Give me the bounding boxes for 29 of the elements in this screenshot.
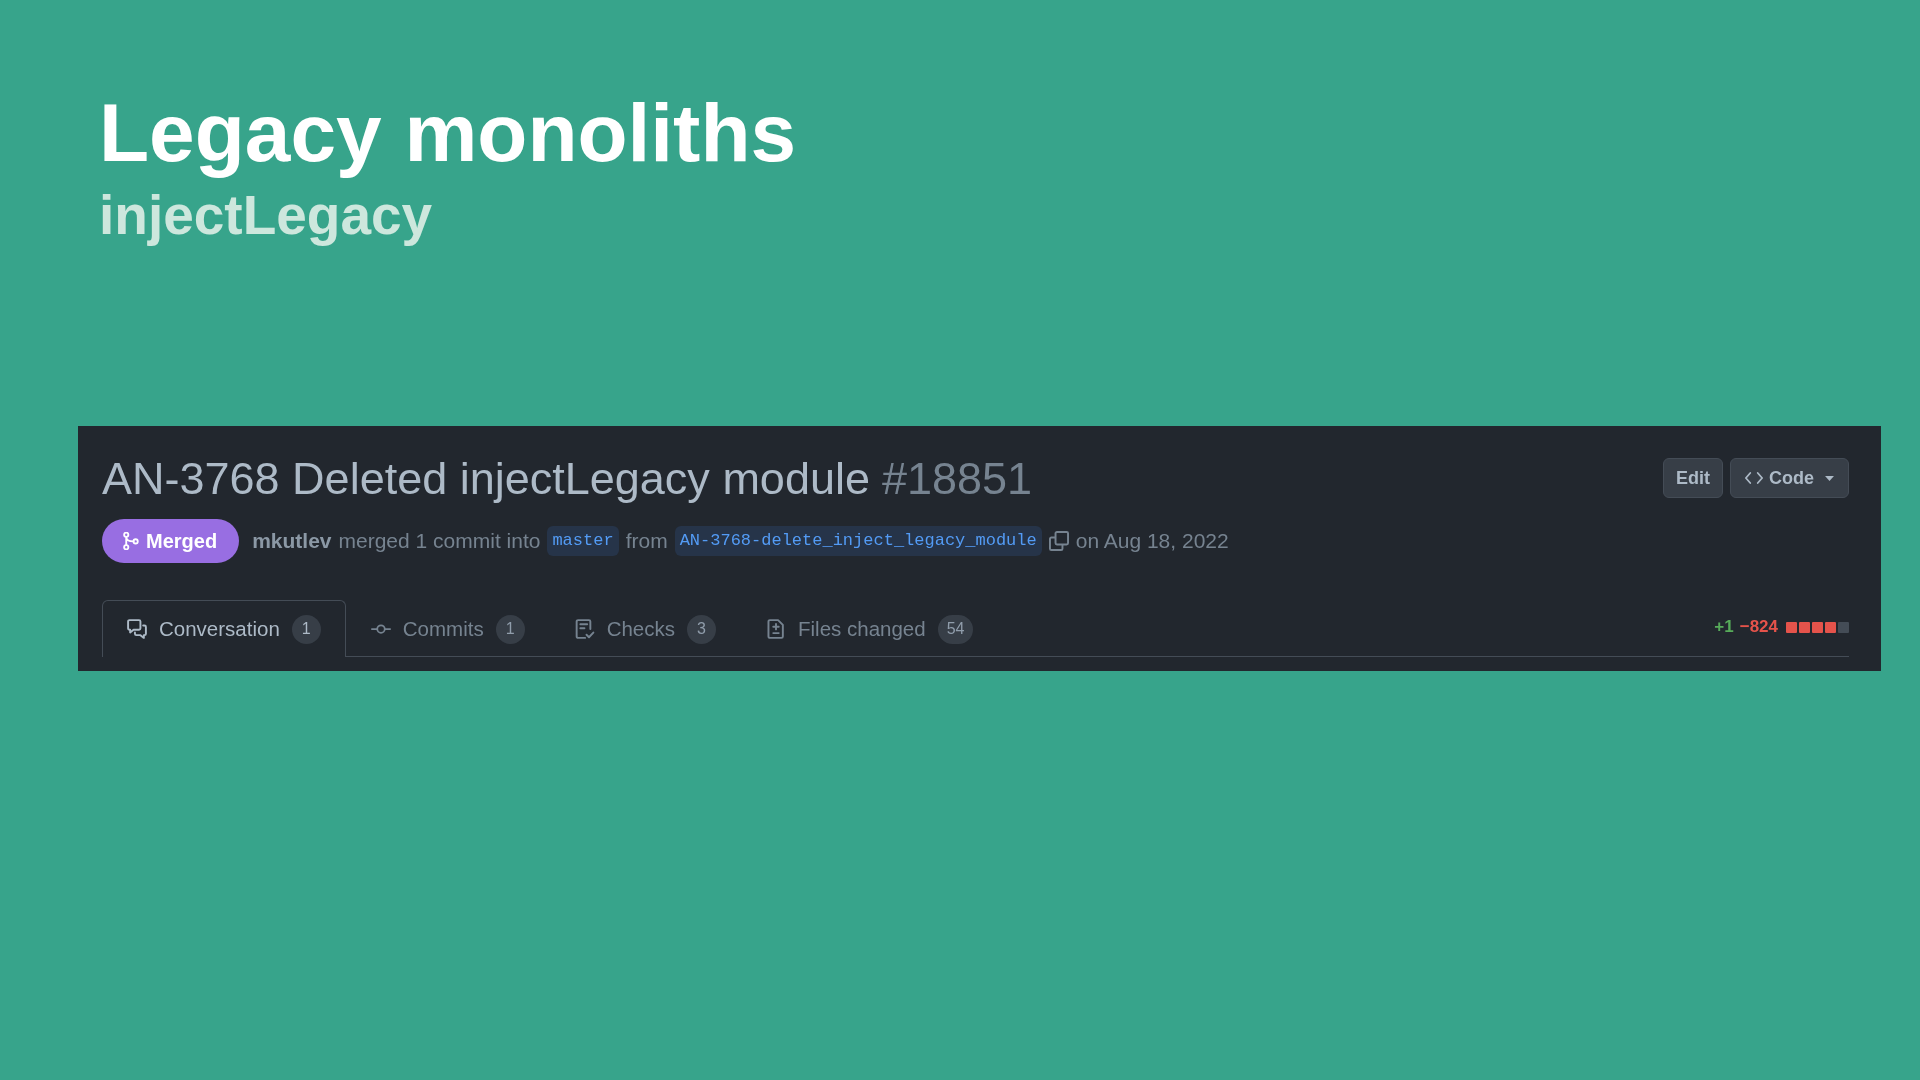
merge-info-text: on Aug 18, 2022 <box>1075 529 1229 553</box>
tab-count: 1 <box>291 614 321 644</box>
tab-count: 3 <box>687 614 716 644</box>
code-icon <box>1745 471 1763 485</box>
copy-icon[interactable] <box>1048 531 1069 551</box>
pr-title: AN-3768 Deleted injectLegacy module <box>102 452 870 506</box>
tab[interactable]: Commits 1 <box>345 600 550 657</box>
edit-button[interactable]: Edit <box>1663 458 1723 498</box>
checklist-icon <box>574 619 595 639</box>
caret-icon <box>1825 475 1834 481</box>
merge-info-text: from <box>625 529 668 553</box>
code-dropdown-button[interactable]: Code <box>1730 458 1849 498</box>
deletions-count: −824 <box>1739 617 1778 637</box>
status-badge: Merged <box>102 519 240 563</box>
branch-link[interactable]: AN-3768-delete_inject_legacy_module <box>674 526 1042 556</box>
pr-number: #18851 <box>881 452 1033 506</box>
author-link[interactable]: mkutlev <box>252 529 332 553</box>
commit-icon <box>370 624 391 634</box>
additions-count: +1 <box>1714 617 1734 637</box>
file-diff-icon <box>766 619 786 639</box>
git-merge-icon <box>123 532 139 550</box>
tab-count: 1 <box>495 614 525 644</box>
tab-count: 54 <box>937 614 974 644</box>
merge-info-text: merged 1 commit into <box>338 529 541 553</box>
tab[interactable]: Files changed 54 <box>741 600 999 657</box>
tab[interactable]: Conversation 1 <box>102 600 346 657</box>
branch-link[interactable]: master <box>547 526 619 556</box>
tab[interactable]: Checks 3 <box>549 600 741 657</box>
comments-icon <box>127 619 147 639</box>
